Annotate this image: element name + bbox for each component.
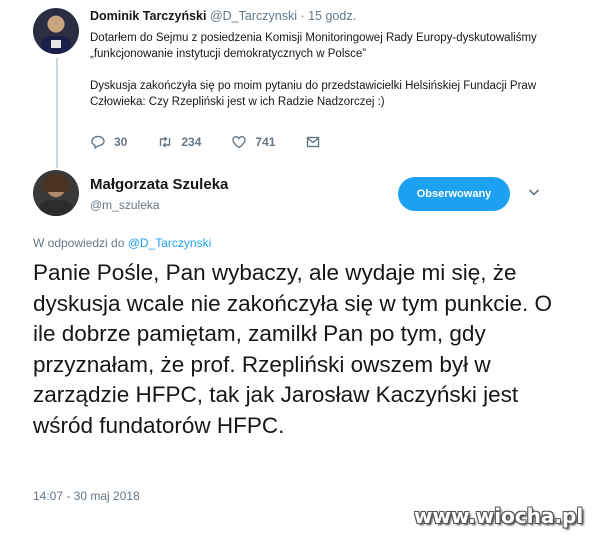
avatar-hair: [43, 174, 69, 192]
parent-tweet-text: Dotarłem do Sejmu z posiedzenia Komisji …: [90, 30, 580, 126]
message-icon: [307, 136, 320, 148]
like-count: 741: [255, 135, 276, 149]
tweet-time[interactable]: · 15 godz.: [297, 9, 356, 23]
retweet-count: 234: [181, 135, 202, 149]
author-handle[interactable]: @m_szuleka: [90, 198, 160, 212]
reply-context: W odpowiedzi do @D_Tarczynski: [33, 236, 211, 250]
reply-to-prefix: W odpowiedzi do: [33, 236, 128, 250]
avatar[interactable]: [33, 8, 79, 54]
avatar-shirt-print: [51, 40, 61, 48]
tweet-paragraph: Dotarłem do Sejmu z posiedzenia Komisji …: [90, 32, 537, 60]
tweet-paragraph: Dyskusja zakończyła się po moim pytaniu …: [90, 80, 537, 108]
author-name[interactable]: Małgorzata Szuleka: [90, 176, 228, 193]
chevron-down-icon[interactable]: [526, 184, 542, 200]
thread-connector-line: [56, 58, 58, 168]
parent-tweet-header: Dominik Tarczyński @D_Tarczynski · 15 go…: [90, 9, 356, 23]
mention-link[interactable]: @D_Tarczynski: [128, 236, 212, 250]
author-name[interactable]: Dominik Tarczyński: [90, 9, 206, 23]
following-button[interactable]: Obserwowany: [398, 177, 510, 211]
like-button[interactable]: 741: [231, 134, 275, 150]
avatar[interactable]: [33, 170, 79, 216]
reply-count: 30: [114, 135, 128, 149]
avatar-body: [39, 200, 73, 216]
tweet-timestamp[interactable]: 14:07 - 30 maj 2018: [33, 489, 140, 503]
site-watermark: www.wiocha.pl: [414, 504, 584, 528]
retweet-button[interactable]: 234: [157, 134, 201, 150]
reply-tweet-text: Panie Pośle, Pan wybaczy, ale wydaje mi …: [33, 260, 552, 438]
retweet-icon: [160, 136, 171, 148]
author-handle[interactable]: @D_Tarczynski: [210, 9, 297, 23]
tweet-actions: 30 234 741: [90, 134, 359, 150]
reply-button[interactable]: 30: [90, 134, 127, 150]
reply-icon: [91, 135, 105, 150]
direct-message-button[interactable]: [305, 134, 329, 150]
heart-icon: [232, 135, 247, 149]
parent-tweet[interactable]: Dominik Tarczyński @D_Tarczynski · 15 go…: [0, 0, 600, 168]
